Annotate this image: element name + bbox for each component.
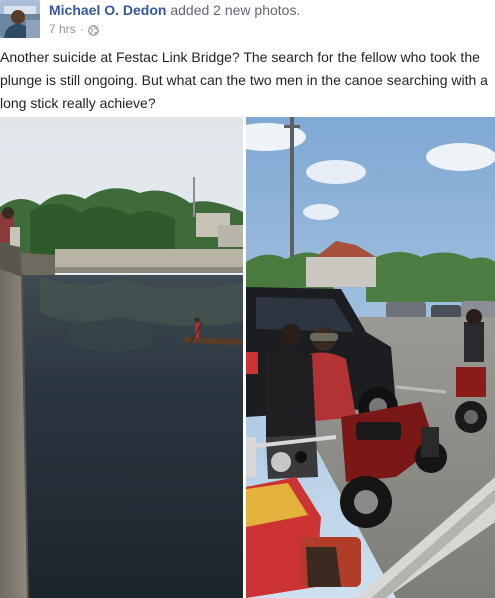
photo-lagoon-canoe[interactable]	[0, 117, 243, 598]
photo-bridge-motorcycles[interactable]	[246, 117, 495, 598]
post-caption: Another suicide at Festac Link Bridge? T…	[0, 49, 488, 111]
post-action-text: added 2 new photos.	[170, 2, 301, 18]
meta-separator: ·	[79, 22, 84, 36]
post-meta: 7 hrs ·	[49, 21, 99, 37]
facebook-post: Michael O. Dedon added 2 new photos. 7 h…	[0, 0, 495, 598]
author-name-link[interactable]: Michael O. Dedon	[49, 2, 166, 18]
post-timestamp[interactable]: 7 hrs	[49, 21, 76, 37]
post-title: Michael O. Dedon added 2 new photos.	[49, 1, 300, 19]
author-avatar[interactable]	[0, 0, 40, 38]
photo-grid	[0, 117, 495, 598]
post-header: Michael O. Dedon added 2 new photos. 7 h…	[0, 0, 495, 40]
globe-icon[interactable]	[87, 24, 99, 36]
